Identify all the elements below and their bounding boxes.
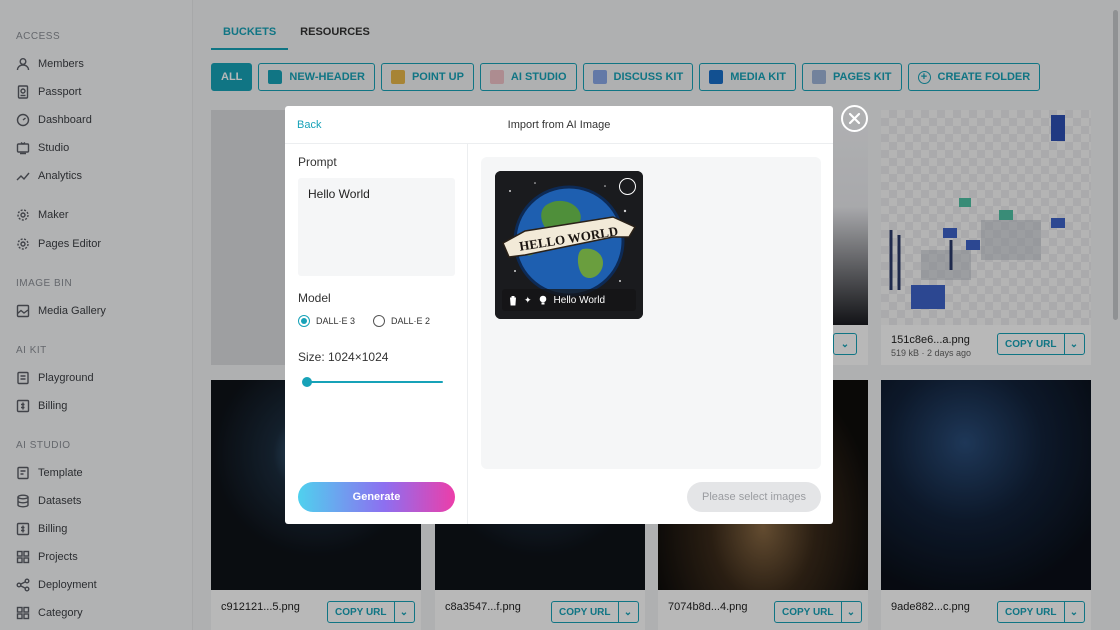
radio-label-dalle3: DALL·E 3 bbox=[316, 316, 356, 326]
lightbulb-icon bbox=[539, 295, 546, 304]
size-slider-handle[interactable] bbox=[302, 377, 312, 387]
trash-icon[interactable] bbox=[508, 295, 518, 306]
close-icon bbox=[848, 112, 861, 125]
select-image-checkbox[interactable] bbox=[619, 178, 636, 195]
import-ai-image-modal: Back Import from AI Image Prompt Hello W… bbox=[285, 106, 833, 524]
size-slider-track[interactable] bbox=[305, 381, 443, 383]
generated-image-tile[interactable]: HELLO WORLD ✦ Hello World bbox=[495, 171, 643, 319]
settings-pane: Prompt Hello World Model DALL·E 3 DALL·E… bbox=[285, 144, 468, 524]
size-label: Size: 1024×1024 bbox=[298, 350, 389, 364]
modal-title: Import from AI Image bbox=[507, 119, 611, 131]
image-results-pane: HELLO WORLD ✦ Hello World bbox=[481, 157, 821, 469]
model-radio-group: DALL·E 3 DALL·E 2 bbox=[298, 315, 430, 327]
prompt-input[interactable]: Hello World bbox=[298, 178, 455, 276]
radio-label-dalle2: DALL·E 2 bbox=[391, 316, 431, 326]
please-select-images-button[interactable]: Please select images bbox=[687, 482, 821, 512]
sparkle-icon: ✦ bbox=[524, 294, 532, 305]
close-modal-button[interactable] bbox=[841, 105, 868, 132]
image-caption: Hello World bbox=[553, 294, 606, 306]
prompt-label: Prompt bbox=[298, 155, 337, 169]
generate-button[interactable]: Generate bbox=[298, 482, 455, 512]
image-action-bar: ✦ Hello World bbox=[502, 289, 636, 311]
radio-dalle2[interactable] bbox=[373, 315, 386, 327]
model-label: Model bbox=[298, 291, 331, 305]
modal-header: Back Import from AI Image bbox=[285, 106, 833, 144]
radio-dalle3[interactable] bbox=[298, 315, 310, 327]
